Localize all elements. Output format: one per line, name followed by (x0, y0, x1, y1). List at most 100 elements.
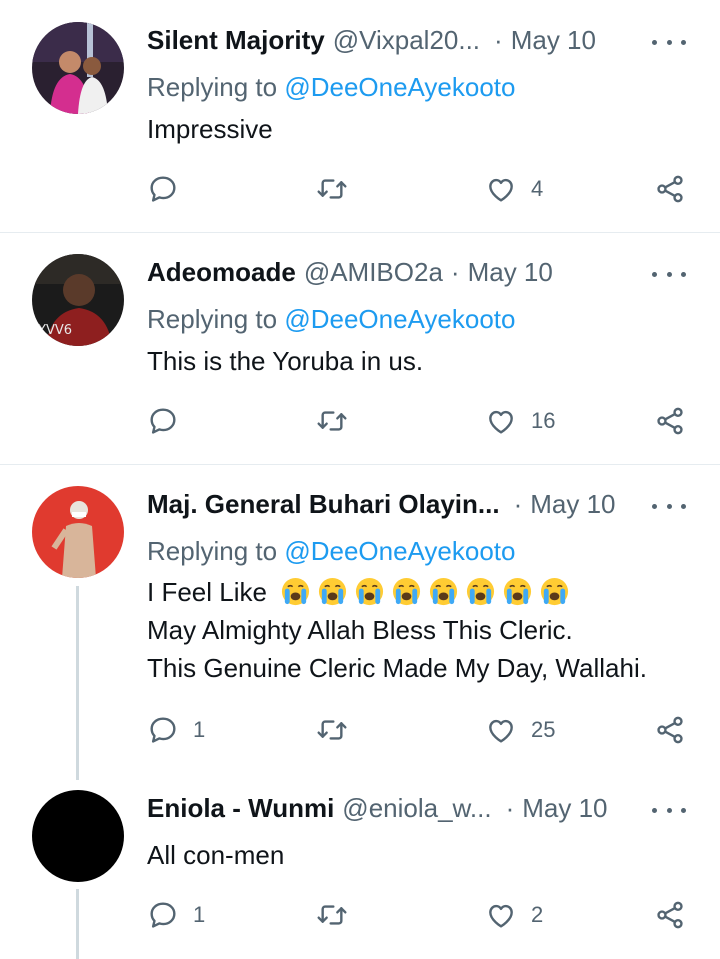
share-button[interactable] (654, 169, 686, 209)
tweet-line: May Almighty Allah Bless This Cleric. (147, 615, 573, 645)
avatar-text: YVV6 (37, 323, 72, 338)
timestamp[interactable]: May 10 (468, 257, 553, 288)
like-button[interactable]: 2 (485, 895, 543, 935)
timestamp[interactable]: May 10 (522, 793, 607, 824)
reply-count: 1 (193, 902, 206, 927)
action-bar: 16 (0, 401, 720, 441)
reply-icon (150, 176, 176, 202)
tweet-line: I Feel Like (147, 577, 267, 607)
loudly-crying-face-icon (393, 577, 421, 606)
reply-button[interactable] (147, 169, 193, 209)
retweet-button[interactable] (316, 169, 348, 209)
tweet-text: I Feel Like May Almighty Allah Bless Thi… (147, 573, 647, 687)
retweet-button[interactable] (316, 710, 348, 750)
share-button[interactable] (654, 401, 686, 441)
mention-link[interactable]: @DeeOneAyekooto (284, 304, 515, 334)
tweet-header: Eniola - Wunmi @eniola_w... · May 10 (147, 790, 608, 826)
avatar[interactable]: YVV6 (32, 254, 124, 346)
display-name[interactable]: Silent Majority (147, 25, 325, 56)
replying-to: Replying to @DeeOneAyekooto (147, 536, 515, 567)
tweet-buhari-olayin[interactable]: Maj. General Buhari Olayin... · May 10 R… (0, 465, 720, 780)
display-name[interactable]: Eniola - Wunmi (147, 793, 334, 824)
replying-to: Replying to @DeeOneAyekooto (147, 304, 515, 335)
display-name[interactable]: Maj. General Buhari Olayin... (147, 489, 500, 520)
loudly-crying-face-icon (430, 577, 458, 606)
tweet-line: This is the Yoruba in us. (147, 346, 424, 376)
like-icon (489, 719, 513, 743)
tweet-text: Impressive (147, 110, 273, 148)
like-button[interactable]: 4 (485, 169, 543, 209)
reply-button[interactable] (147, 401, 193, 441)
avatar-photo (32, 22, 124, 114)
avatar[interactable] (32, 486, 124, 578)
replying-prefix: Replying to (147, 72, 278, 102)
tweet-adeomoade[interactable]: YVV6 Adeomoade @AMIBO2a · May 10 Replyin… (0, 233, 720, 464)
tweet-text: All con-men (147, 836, 284, 874)
tweet-text: This is the Yoruba in us. (147, 342, 423, 380)
avatar[interactable] (32, 790, 124, 882)
separator: · (513, 488, 523, 519)
loudly-crying-face-icon (356, 577, 384, 606)
reply-button[interactable]: 1 (147, 895, 205, 935)
tweet-header: Silent Majority @Vixpal20... · May 10 (147, 22, 596, 58)
like-button[interactable]: 25 (485, 710, 555, 750)
emoji-row (280, 577, 576, 607)
reply-button[interactable]: 1 (147, 710, 205, 750)
more-icon[interactable] (652, 800, 686, 820)
share-icon (657, 407, 683, 435)
tweet-silent-majority[interactable]: Silent Majority @Vixpal20... · May 10 Re… (0, 0, 720, 232)
retweet-icon (317, 411, 347, 431)
reply-icon (150, 902, 176, 928)
retweet-icon (317, 905, 347, 925)
loudly-crying-face-icon (467, 577, 495, 606)
like-count: 4 (531, 176, 544, 201)
share-icon (657, 175, 683, 203)
tweet-line-with-emoji: I Feel Like (147, 573, 647, 611)
like-count: 25 (531, 717, 556, 742)
loudly-crying-face-icon (319, 577, 347, 606)
user-handle[interactable]: @Vixpal20... (333, 25, 480, 56)
retweet-button[interactable] (316, 895, 348, 935)
timestamp[interactable]: May 10 (511, 25, 596, 56)
share-button[interactable] (654, 710, 686, 750)
reply-icon (150, 408, 176, 434)
replying-to: Replying to @DeeOneAyekooto (147, 72, 515, 103)
tweet-eniola-wunmi[interactable]: Eniola - Wunmi @eniola_w... · May 10 All… (0, 775, 720, 959)
like-count: 16 (531, 408, 556, 433)
action-bar: 1 25 (0, 710, 720, 750)
user-handle[interactable]: @AMIBO2a (304, 257, 443, 288)
reply-count: 1 (193, 717, 206, 742)
retweet-icon (317, 179, 347, 199)
mention-link[interactable]: @DeeOneAyekooto (284, 72, 515, 102)
separator: · (505, 792, 515, 823)
like-icon (489, 178, 513, 202)
replying-prefix: Replying to (147, 304, 278, 334)
share-icon (657, 716, 683, 744)
timestamp[interactable]: May 10 (530, 489, 615, 520)
display-name[interactable]: Adeomoade (147, 257, 296, 288)
more-icon[interactable] (652, 32, 686, 52)
avatar-photo: YVV6 (32, 254, 124, 346)
retweet-icon (317, 720, 347, 740)
retweet-button[interactable] (316, 401, 348, 441)
more-icon[interactable] (652, 496, 686, 516)
avatar-photo (32, 486, 124, 578)
like-button[interactable]: 16 (485, 401, 555, 441)
loudly-crying-face-icon (541, 577, 569, 606)
action-bar: 4 (0, 169, 720, 209)
action-bar: 1 2 (0, 895, 720, 935)
reply-icon (150, 717, 176, 743)
thread-line (76, 586, 79, 780)
avatar[interactable] (32, 22, 124, 114)
share-button[interactable] (654, 895, 686, 935)
like-icon (489, 410, 513, 434)
loudly-crying-face-icon (504, 577, 532, 606)
tweet-line: Impressive (147, 114, 273, 144)
like-count: 2 (531, 902, 544, 927)
user-handle[interactable]: @eniola_w... (342, 793, 491, 824)
like-icon (489, 904, 513, 928)
tweet-line: This Genuine Cleric Made My Day, Wallahi… (147, 653, 647, 683)
mention-link[interactable]: @DeeOneAyekooto (284, 536, 515, 566)
loudly-crying-face-icon (282, 577, 310, 606)
more-icon[interactable] (652, 264, 686, 284)
